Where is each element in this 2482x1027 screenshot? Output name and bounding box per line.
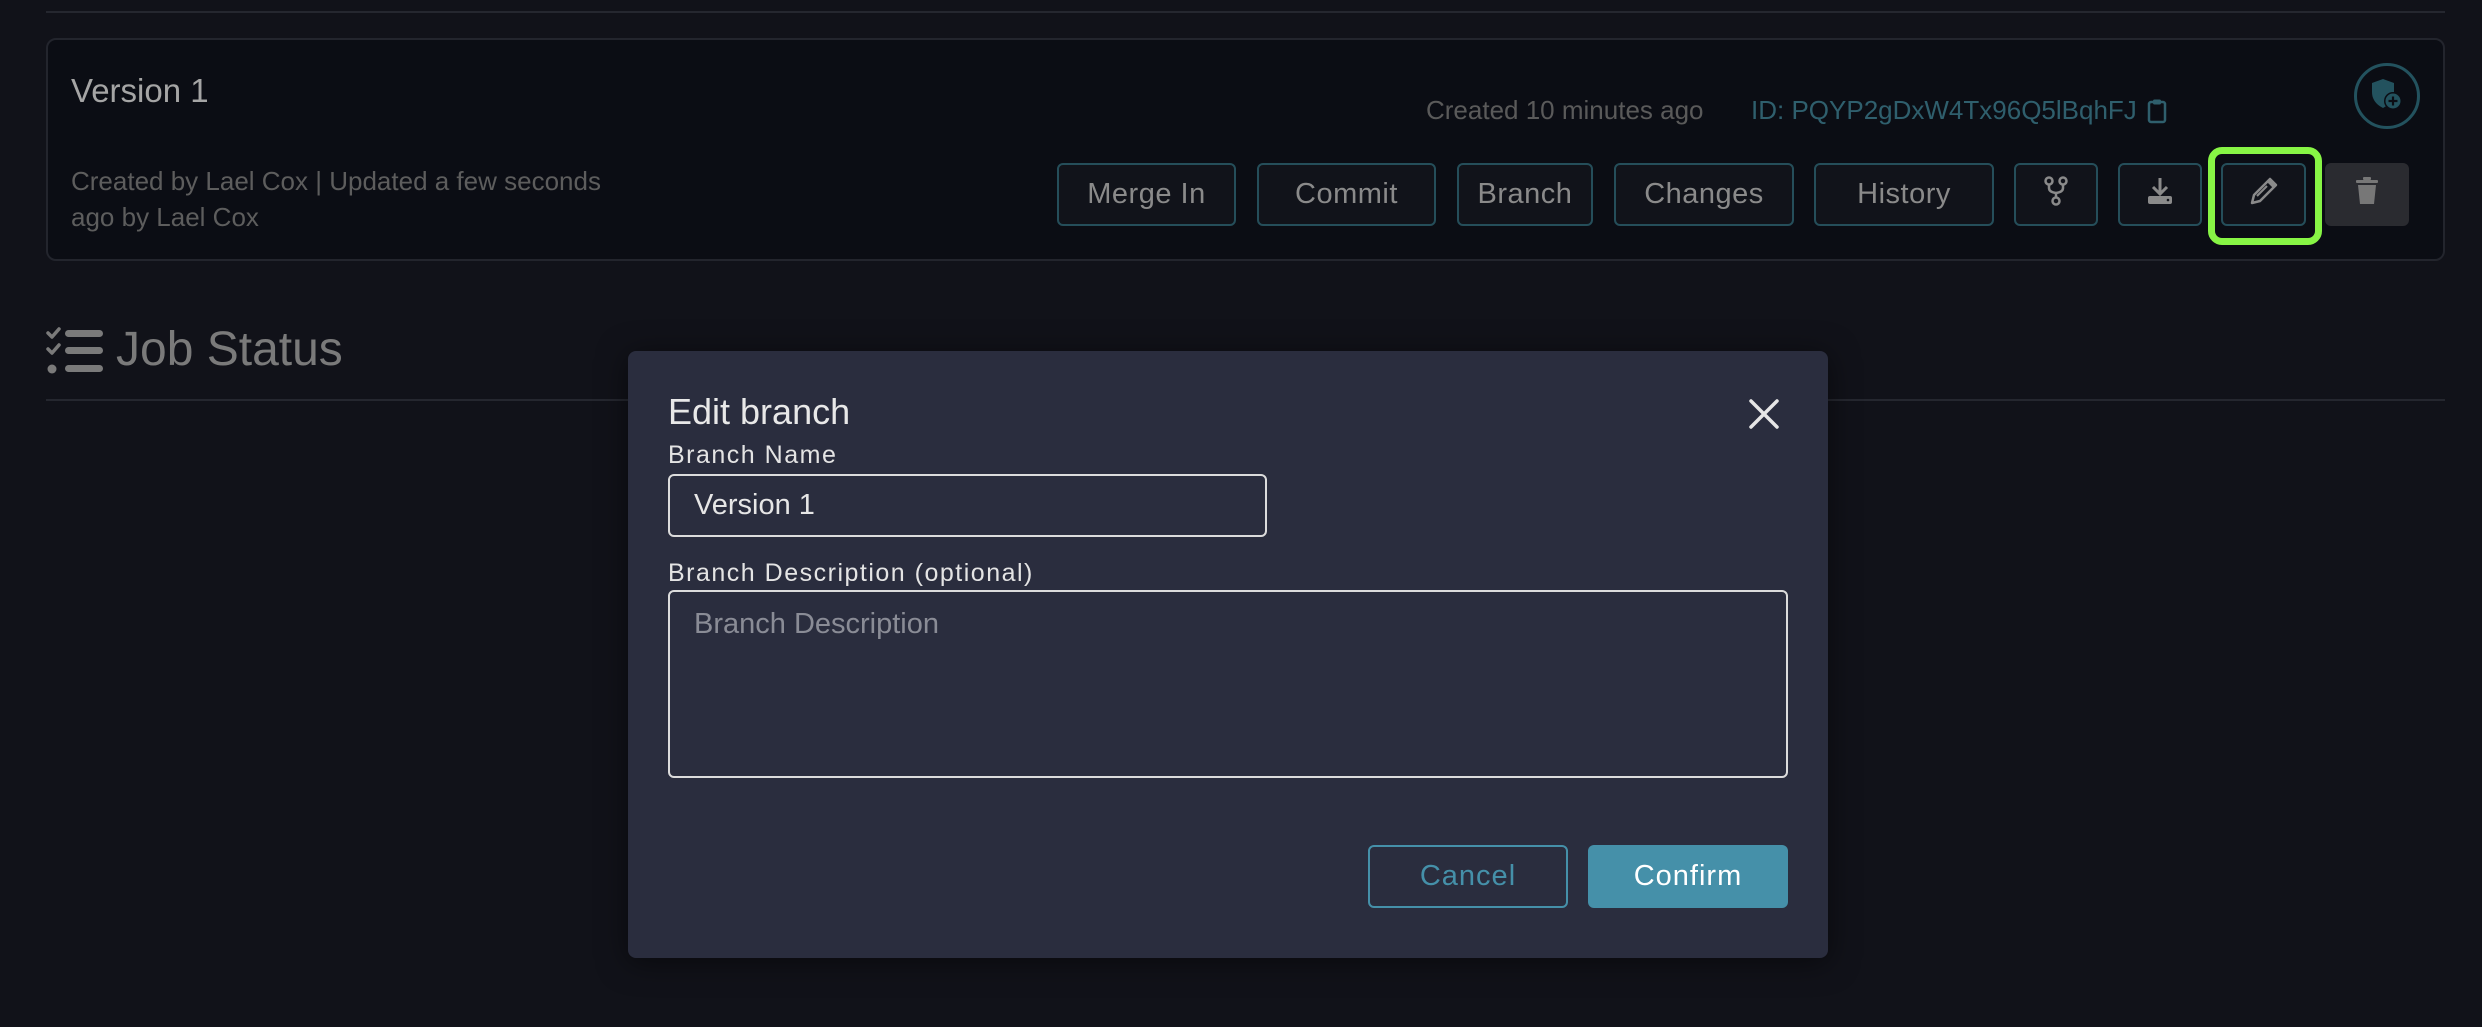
edit-branch-modal: Edit branch Branch Name Branch Descripti… <box>628 351 1828 958</box>
version-id: ID: PQYP2gDxW4Tx96Q5lBqhFJ <box>1751 95 2167 126</box>
shield-plus-icon <box>2369 76 2405 116</box>
branch-name-label: Branch Name <box>668 441 838 469</box>
cancel-button[interactable]: Cancel <box>1368 845 1568 908</box>
history-button[interactable]: History <box>1814 163 1994 226</box>
pencil-icon <box>2249 176 2279 214</box>
branch-description-input[interactable] <box>668 590 1788 778</box>
commit-button[interactable]: Commit <box>1257 163 1436 226</box>
trash-icon <box>2355 176 2379 214</box>
branch-button[interactable]: Branch <box>1457 163 1593 226</box>
download-button[interactable] <box>2118 163 2202 226</box>
edit-button[interactable] <box>2221 163 2306 226</box>
created-time: Created 10 minutes ago <box>1426 95 1704 125</box>
clipboard-icon[interactable] <box>2147 98 2167 124</box>
top-divider <box>46 11 2445 13</box>
close-button[interactable] <box>1744 396 1784 436</box>
branch-name-input[interactable] <box>668 474 1267 537</box>
download-icon <box>2145 176 2175 214</box>
version-id-text: ID: PQYP2gDxW4Tx96Q5lBqhFJ <box>1751 95 2137 125</box>
close-icon <box>1748 398 1780 434</box>
version-meta: Created by Lael Cox | Updated a few seco… <box>71 166 601 232</box>
fork-icon <box>2044 175 2068 214</box>
branch-description-label: Branch Description (optional) <box>668 559 1034 587</box>
job-status-heading: Job Status <box>116 323 343 376</box>
merge-in-button[interactable]: Merge In <box>1057 163 1236 226</box>
shield-plus-button[interactable] <box>2354 63 2420 129</box>
version-title: Version 1 <box>71 72 209 109</box>
fork-button[interactable] <box>2014 163 2098 226</box>
changes-button[interactable]: Changes <box>1614 163 1794 226</box>
modal-title: Edit branch <box>668 391 851 432</box>
checklist-icon <box>45 326 105 382</box>
confirm-button[interactable]: Confirm <box>1588 845 1788 908</box>
delete-button[interactable] <box>2325 163 2409 226</box>
